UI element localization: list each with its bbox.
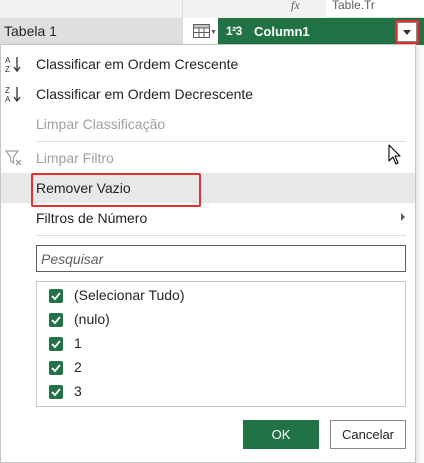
- chevron-right-icon: [401, 213, 405, 221]
- menu-item-sort-descending[interactable]: Z A Classificar em Ordem Decrescente: [1, 79, 415, 109]
- menu-item-label: Limpar Filtro: [36, 150, 114, 166]
- ok-button[interactable]: OK: [243, 420, 319, 449]
- svg-text:A: A: [5, 95, 11, 103]
- formula-text[interactable]: Table.Tr: [332, 0, 375, 12]
- search-input[interactable]: [37, 246, 405, 271]
- sort-descending-icon: Z A: [5, 86, 21, 103]
- checklist-item-2[interactable]: 2: [49, 357, 389, 379]
- table-icon[interactable]: [193, 24, 210, 38]
- search-field[interactable]: [36, 245, 406, 272]
- column-name: Column1: [254, 24, 310, 39]
- checklist-item-label: (nulo): [74, 311, 110, 327]
- fx-icon[interactable]: fx: [291, 0, 300, 13]
- menu-item-sort-ascending[interactable]: A Z Classificar em Ordem Crescente: [1, 49, 415, 79]
- menu-item-clear-filter[interactable]: Limpar Filtro: [1, 143, 415, 173]
- menu-item-label: Limpar Classificação: [36, 116, 166, 132]
- menu-item-number-filters[interactable]: Filtros de Número: [1, 203, 415, 233]
- formula-bar-buttons: [183, 0, 326, 18]
- checklist-item-label: 2: [74, 359, 82, 375]
- checkbox-checked-icon[interactable]: [49, 385, 63, 399]
- values-checklist: (Selecionar Tudo) (nulo) 1 2 3: [36, 281, 406, 407]
- sort-ascending-icon: A Z: [5, 56, 21, 73]
- menu-item-clear-sort[interactable]: Limpar Classificação: [1, 109, 415, 139]
- menu-divider: [36, 141, 406, 142]
- number-type-icon[interactable]: 1²3: [226, 24, 242, 38]
- checklist-item-3[interactable]: 3: [49, 381, 389, 403]
- checkbox-checked-icon[interactable]: [49, 361, 63, 375]
- checklist-item-null[interactable]: (nulo): [49, 309, 389, 331]
- mouse-pointer-icon: [388, 144, 401, 165]
- column-header-bar: ▼ 1²3 Column1: [183, 18, 424, 45]
- menu-item-label: Filtros de Número: [36, 210, 148, 226]
- query-item-label: Tabela 1: [4, 23, 57, 39]
- menu-item-label: Classificar em Ordem Decrescente: [36, 86, 254, 102]
- table-menu-caret-icon[interactable]: ▼: [210, 29, 217, 36]
- checkbox-checked-icon[interactable]: [49, 337, 63, 351]
- cancel-button[interactable]: Cancelar: [330, 420, 406, 449]
- filter-button-highlight: [395, 20, 419, 44]
- checklist-item-select-all[interactable]: (Selecionar Tudo): [49, 285, 389, 307]
- checkbox-checked-icon[interactable]: [49, 289, 63, 303]
- checkbox-checked-icon[interactable]: [49, 313, 63, 327]
- formula-bar: fx Table.Tr: [183, 0, 424, 18]
- checklist-item-1[interactable]: 1: [49, 333, 389, 355]
- remove-empty-highlight: [31, 173, 201, 207]
- menu-divider: [36, 235, 406, 236]
- svg-text:Z: Z: [5, 86, 10, 95]
- filter-dropdown-menu: A Z Classificar em Ordem Crescente Z A C…: [0, 44, 416, 463]
- menu-item-label: Classificar em Ordem Crescente: [36, 56, 239, 72]
- checklist-item-label: 3: [74, 383, 82, 399]
- svg-text:A: A: [5, 56, 11, 65]
- clear-filter-icon: [5, 150, 22, 166]
- column1-header[interactable]: 1²3 Column1: [218, 18, 424, 45]
- svg-text:Z: Z: [5, 65, 10, 73]
- checklist-item-label: 1: [74, 335, 82, 351]
- checklist-item-label: (Selecionar Tudo): [74, 287, 185, 303]
